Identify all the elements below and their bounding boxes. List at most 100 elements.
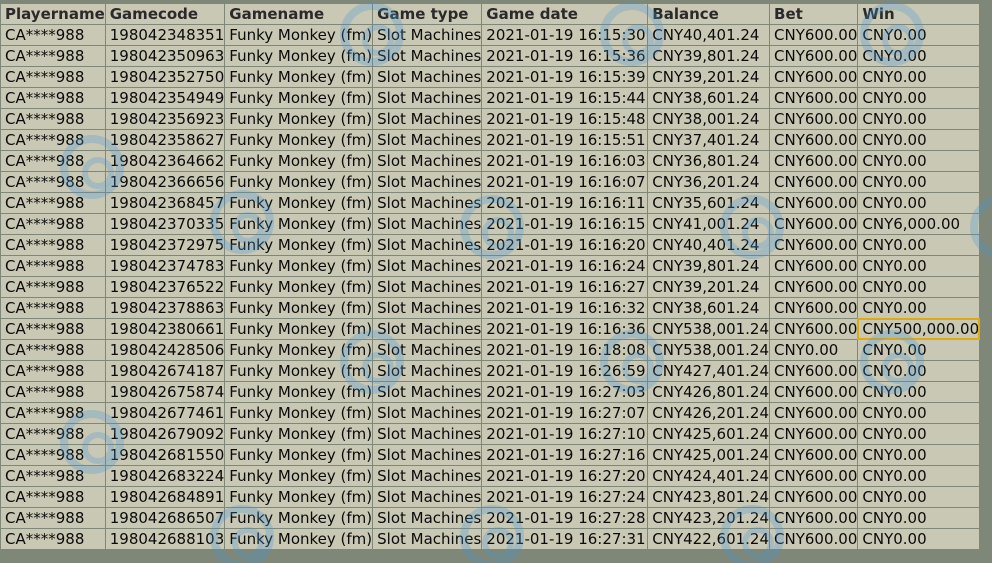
- cell-game-date: 2021-01-19 16:15:44: [482, 88, 648, 108]
- cell-balance: CNY425,001.24: [648, 445, 770, 465]
- cell-playername: CA****988: [1, 529, 105, 549]
- cell-bet: CNY600.00: [770, 403, 858, 423]
- cell-balance: CNY426,201.24: [648, 403, 770, 423]
- cell-game-date: 2021-01-19 16:16:20: [482, 235, 648, 255]
- cell-gamecode: 198042686507: [105, 508, 225, 528]
- cell-balance: CNY423,801.24: [648, 487, 770, 507]
- cell-game-type: Slot Machines: [373, 508, 482, 528]
- cell-win: CNY0.00: [858, 487, 980, 507]
- cell-playername: CA****988: [1, 403, 105, 423]
- cell-win: CNY0.00: [858, 277, 980, 297]
- cell-bet: CNY600.00: [770, 487, 858, 507]
- cell-bet: CNY600.00: [770, 193, 858, 213]
- cell-balance: CNY38,601.24: [648, 88, 770, 108]
- column-header-playername: Playername: [1, 4, 105, 24]
- cell-gamename: Funky Monkey (fm): [225, 214, 373, 234]
- cell-balance: CNY36,201.24: [648, 172, 770, 192]
- cell-gamecode: 198042370335: [105, 214, 225, 234]
- table-row: CA****988 198042358627 Funky Monkey (fm) Sl…: [1, 130, 980, 150]
- cell-win: CNY0.00: [858, 25, 980, 45]
- cell-gamename: Funky Monkey (fm): [225, 25, 373, 45]
- cell-gamename: Funky Monkey (fm): [225, 361, 373, 381]
- column-header-bet: Bet: [770, 4, 858, 24]
- cell-playername: CA****988: [1, 130, 105, 150]
- table-row: CA****988 198042380661 Funky Monkey (fm) Sl…: [1, 318, 981, 340]
- cell-game-type: Slot Machines: [373, 277, 482, 297]
- cell-playername: CA****988: [1, 466, 105, 486]
- cell-gamename: Funky Monkey (fm): [225, 151, 373, 171]
- cell-win: CNY0.00: [858, 424, 980, 444]
- cell-gamename: Funky Monkey (fm): [225, 319, 373, 339]
- cell-balance: CNY35,601.24: [648, 193, 770, 213]
- cell-game-type: Slot Machines: [373, 298, 482, 318]
- cell-game-type: Slot Machines: [373, 424, 482, 444]
- cell-win: CNY0.00: [858, 508, 980, 528]
- cell-balance: CNY424,401.24: [648, 466, 770, 486]
- cell-bet: CNY600.00: [770, 256, 858, 276]
- table-row: CA****988 198042683224 Funky Monkey (fm) Sl…: [1, 466, 980, 486]
- cell-win: CNY0.00: [858, 256, 980, 276]
- cell-game-type: Slot Machines: [373, 25, 482, 45]
- cell-balance: CNY41,001.24: [648, 214, 770, 234]
- cell-game-type: Slot Machines: [373, 529, 482, 549]
- cell-gamename: Funky Monkey (fm): [225, 529, 373, 549]
- cell-balance: CNY425,601.24: [648, 424, 770, 444]
- cell-gamename: Funky Monkey (fm): [225, 298, 373, 318]
- cell-game-type: Slot Machines: [373, 172, 482, 192]
- cell-game-date: 2021-01-19 16:16:27: [482, 277, 648, 297]
- cell-playername: CA****988: [1, 319, 105, 339]
- table-row: CA****988 198042364662 Funky Monkey (fm) Sl…: [1, 151, 980, 171]
- cell-bet: CNY600.00: [770, 466, 858, 486]
- cell-game-date: 2021-01-19 16:27:10: [482, 424, 648, 444]
- cell-gamename: Funky Monkey (fm): [225, 382, 373, 402]
- cell-gamename: Funky Monkey (fm): [225, 403, 373, 423]
- cell-playername: CA****988: [1, 382, 105, 402]
- cell-balance: CNY38,601.24: [648, 298, 770, 318]
- column-header-gamecode: Gamecode: [105, 4, 225, 24]
- cell-gamecode: 198042348351: [105, 25, 225, 45]
- cell-gamename: Funky Monkey (fm): [225, 277, 373, 297]
- cell-balance: CNY426,801.24: [648, 382, 770, 402]
- cell-playername: CA****988: [1, 361, 105, 381]
- cell-game-date: 2021-01-19 16:26:59: [482, 361, 648, 381]
- cell-gamename: Funky Monkey (fm): [225, 67, 373, 87]
- table-row: CA****988 198042348351 Funky Monkey (fm) Sl…: [1, 25, 980, 45]
- cell-playername: CA****988: [1, 277, 105, 297]
- cell-game-date: 2021-01-19 16:15:30: [482, 25, 648, 45]
- cell-bet: CNY600.00: [770, 319, 858, 339]
- cell-game-type: Slot Machines: [373, 361, 482, 381]
- cell-gamename: Funky Monkey (fm): [225, 445, 373, 465]
- cell-bet: CNY600.00: [770, 277, 858, 297]
- table-row: CA****988 198042368457 Funky Monkey (fm) Sl…: [1, 193, 980, 213]
- table-row: CA****988 198042677461 Funky Monkey (fm) Sl…: [1, 403, 980, 423]
- cell-bet: CNY600.00: [770, 130, 858, 150]
- cell-bet: CNY600.00: [770, 88, 858, 108]
- cell-game-date: 2021-01-19 16:16:07: [482, 172, 648, 192]
- cell-balance: CNY39,801.24: [648, 256, 770, 276]
- cell-balance: CNY39,201.24: [648, 277, 770, 297]
- table-row: CA****988 198042686507 Funky Monkey (fm) Sl…: [1, 508, 980, 528]
- cell-win: CNY0.00: [858, 403, 980, 423]
- cell-bet: CNY600.00: [770, 361, 858, 381]
- cell-win: CNY0.00: [858, 67, 980, 87]
- cell-game-date: 2021-01-19 16:27:16: [482, 445, 648, 465]
- cell-game-type: Slot Machines: [373, 340, 482, 360]
- cell-win: CNY0.00: [858, 88, 980, 108]
- cell-game-type: Slot Machines: [373, 193, 482, 213]
- cell-bet: CNY600.00: [770, 151, 858, 171]
- cell-win: CNY0.00: [858, 466, 980, 486]
- cell-gamecode: 198042683224: [105, 466, 225, 486]
- cell-gamename: Funky Monkey (fm): [225, 466, 373, 486]
- cell-gamecode: 198042378863: [105, 298, 225, 318]
- cell-game-type: Slot Machines: [373, 319, 482, 339]
- cell-game-date: 2021-01-19 16:16:24: [482, 256, 648, 276]
- cell-bet: CNY600.00: [770, 235, 858, 255]
- cell-gamecode: 198042428506: [105, 340, 225, 360]
- cell-gamecode: 198042380661: [105, 319, 225, 339]
- cell-win: CNY0.00: [858, 445, 980, 465]
- cell-gamecode: 198042358627: [105, 130, 225, 150]
- cell-gamecode: 198042674187: [105, 361, 225, 381]
- cell-game-date: 2021-01-19 16:15:36: [482, 46, 648, 66]
- cell-balance: CNY36,801.24: [648, 151, 770, 171]
- cell-gamecode: 198042354949: [105, 88, 225, 108]
